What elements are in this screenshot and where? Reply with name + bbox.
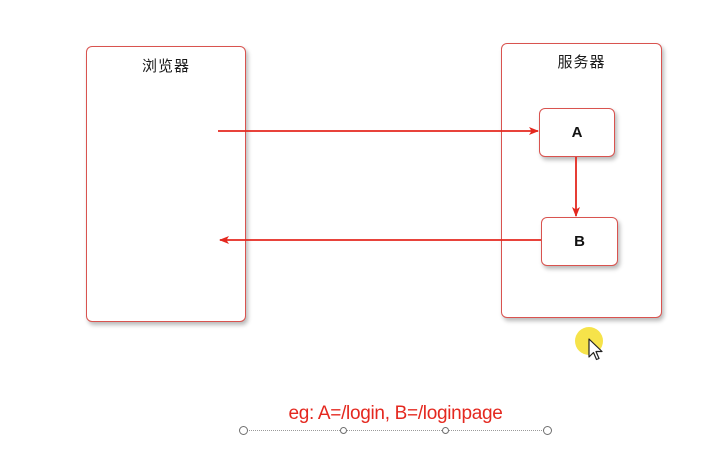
resize-handle-mid-right[interactable] [442,427,449,434]
browser-label: 浏览器 [141,57,190,75]
node-a: A [539,108,615,157]
server-box: 服务器 [501,43,662,318]
browser-box: 浏览器 [86,46,246,322]
server-label: 服务器 [557,53,606,71]
resize-handle-left[interactable] [239,426,248,435]
node-b-label: B [574,233,585,250]
resize-handle-mid-left[interactable] [340,427,347,434]
caption-textbox[interactable]: eg: A=/login, B=/loginpage [239,403,552,435]
resize-handle-right[interactable] [543,426,552,435]
node-a-label: A [571,124,583,141]
node-b: B [541,217,618,266]
mouse-pointer-icon [588,338,603,361]
caption-text: eg: A=/login, B=/loginpage [288,403,503,424]
caption-selection-line [247,430,544,431]
